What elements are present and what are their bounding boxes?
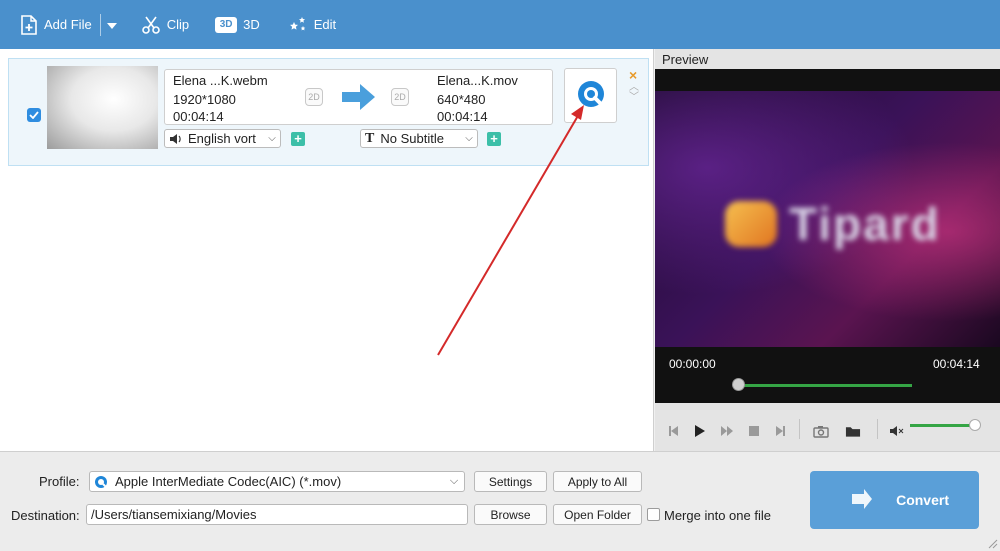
folder-icon[interactable]	[845, 423, 861, 439]
profile-value: Apple InterMediate Codec(AIC) (*.mov)	[115, 474, 342, 489]
output-settings-bar: Profile: Apple InterMediate Codec(AIC) (…	[0, 451, 1000, 551]
quicktime-icon	[94, 475, 108, 489]
caret-down-icon	[106, 17, 117, 32]
preview-title: Preview	[662, 52, 709, 67]
merge-label: Merge into one file	[664, 508, 771, 523]
chevron-down-icon: ⌵	[449, 475, 459, 487]
edit-button[interactable]: Edit	[288, 0, 336, 49]
total-time: 00:04:14	[933, 357, 980, 371]
logo-text: Tipard	[789, 198, 941, 250]
3d-icon-text: 3D	[219, 19, 233, 30]
scissors-icon	[141, 15, 161, 35]
skip-back-icon[interactable]	[665, 423, 681, 439]
convert-button[interactable]: Convert	[810, 471, 979, 529]
volume-slider[interactable]	[910, 424, 976, 427]
skip-forward-icon[interactable]	[773, 423, 789, 439]
clip-button[interactable]: Clip	[141, 0, 189, 49]
fast-forward-icon[interactable]	[719, 423, 735, 439]
add-file-icon	[20, 14, 38, 35]
profile-select[interactable]: Apple InterMediate Codec(AIC) (*.mov) ⌵	[89, 471, 465, 492]
open-folder-label: Open Folder	[564, 507, 631, 522]
logo-mark	[725, 201, 777, 247]
tipard-logo: Tipard	[725, 197, 941, 251]
3d-button[interactable]: 3D 3D	[215, 0, 260, 49]
settings-button[interactable]: Settings	[474, 471, 547, 492]
destination-value: /Users/tiansemixiang/Movies	[91, 507, 257, 522]
add-file-label: Add File	[44, 17, 92, 32]
stop-icon[interactable]	[746, 423, 762, 439]
edit-stars-icon	[288, 16, 308, 34]
add-file-button[interactable]: Add File	[20, 0, 92, 49]
current-time: 00:00:00	[669, 357, 716, 371]
volume-handle[interactable]	[969, 419, 981, 431]
destination-label: Destination:	[11, 508, 80, 523]
convert-icon	[848, 486, 874, 515]
apply-to-all-button[interactable]: Apply to All	[553, 471, 642, 492]
apply-to-all-label: Apply to All	[567, 474, 628, 489]
add-file-dropdown[interactable]	[106, 0, 117, 49]
snapshot-icon[interactable]	[813, 423, 829, 439]
volume-icon[interactable]	[889, 423, 905, 439]
toolbar-divider	[99, 13, 101, 36]
destination-field[interactable]: /Users/tiansemixiang/Movies	[86, 504, 468, 525]
edit-label: Edit	[313, 17, 337, 32]
browse-button[interactable]: Browse	[474, 504, 547, 525]
browse-label: Browse	[490, 507, 531, 522]
3d-label: 3D	[243, 17, 260, 32]
video-frame: Tipard	[655, 91, 1000, 347]
preview-screen[interactable]: Tipard	[655, 69, 1000, 403]
resize-grip-icon[interactable]	[988, 539, 998, 549]
3d-icon: 3D	[215, 16, 238, 33]
open-folder-button[interactable]: Open Folder	[553, 504, 642, 525]
controls-divider	[799, 419, 800, 439]
play-icon[interactable]	[692, 423, 708, 439]
seek-handle[interactable]	[732, 378, 745, 391]
controls-divider	[877, 419, 878, 439]
annotation-arrow	[437, 105, 584, 356]
toolbar: Add File Clip 3D 3D Edit	[0, 0, 1000, 49]
settings-label: Settings	[488, 474, 533, 489]
profile-label: Profile:	[39, 474, 80, 489]
file-list: Elena ...K.webm 1920*1080 00:04:14 2D 2D…	[0, 49, 654, 451]
seek-bar[interactable]	[738, 384, 912, 387]
merge-checkbox[interactable]	[647, 508, 660, 521]
clip-label: Clip	[166, 17, 190, 32]
preview-panel: Preview Tipard 00:00:00 00:04:14	[655, 49, 1000, 451]
convert-label: Convert	[896, 492, 949, 508]
